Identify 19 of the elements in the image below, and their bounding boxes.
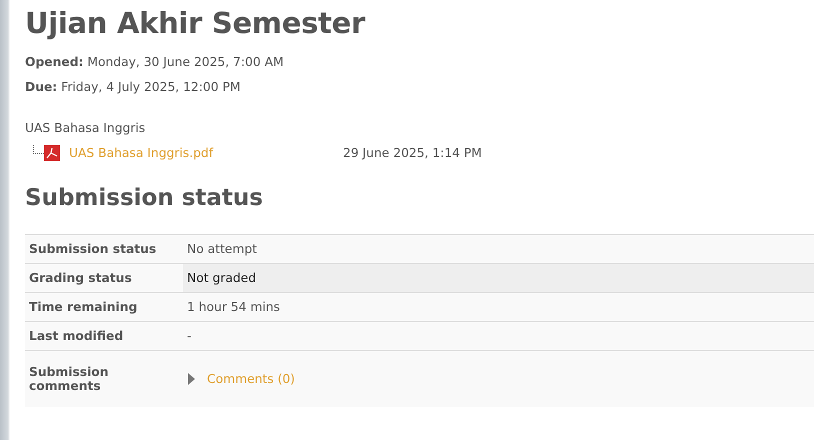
file-link[interactable]: UAS Bahasa Inggris.pdf <box>69 146 343 160</box>
row-value: 1 hour 54 mins <box>183 292 814 322</box>
date-line: Due: Friday, 4 July 2025, 12:00 PM <box>25 80 242 95</box>
comments-link[interactable]: Comments (0) <box>207 372 295 386</box>
pdf-icon <box>44 145 60 161</box>
row-label: Time remaining <box>25 292 183 322</box>
file-date: 29 June 2025, 1:14 PM <box>343 146 482 160</box>
intro-text: UAS Bahasa Inggris <box>25 121 146 136</box>
row-value: Not graded <box>183 264 814 292</box>
row-label: Submission status <box>25 234 183 264</box>
page-title: Ujian Akhir Semester <box>25 5 366 42</box>
row-value: No attempt <box>183 234 814 264</box>
row-label: Submission comments <box>25 350 183 407</box>
caret-right-icon[interactable] <box>188 373 195 385</box>
row-value: - <box>183 322 814 350</box>
row-label: Last modified <box>25 322 183 350</box>
row-label: Grading status <box>25 264 183 292</box>
date-line: Opened: Monday, 30 June 2025, 7:00 AM <box>25 55 285 70</box>
section-heading: Submission status <box>25 184 264 213</box>
